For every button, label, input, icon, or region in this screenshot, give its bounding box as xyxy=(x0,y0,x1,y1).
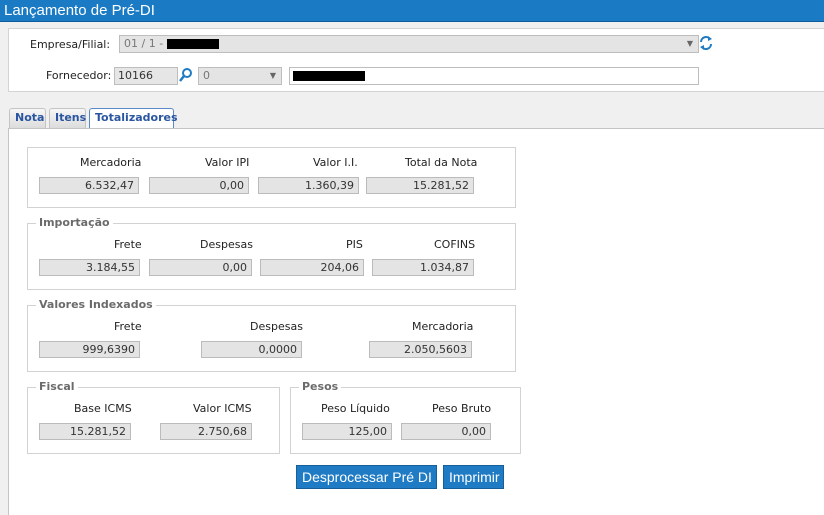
refresh-icon[interactable] xyxy=(699,34,713,52)
window-title: Lançamento de Pré-DI xyxy=(0,0,824,22)
imprimir-button[interactable]: Imprimir xyxy=(443,465,504,489)
valor-icms-field: 2.750,68 xyxy=(160,423,252,440)
tab-nota[interactable]: Nota xyxy=(9,108,46,128)
valores-indexados-title: Valores Indexados xyxy=(36,298,156,311)
despesas-label: Despesas xyxy=(200,238,253,251)
header-panel: Empresa/Filial: 01 / 1 - ▼ Fornecedor: 1… xyxy=(8,28,824,92)
empresa-value: 01 / 1 - xyxy=(124,37,164,50)
pesos-group: Pesos Peso Líquido Peso Bruto 125,00 0,0… xyxy=(290,380,521,454)
empresa-label: Empresa/Filial: xyxy=(30,38,111,51)
despesas-field: 0,00 xyxy=(149,259,252,276)
valor-ii-field: 1.360,39 xyxy=(258,177,359,194)
fornecedor-name-input[interactable] xyxy=(289,67,699,85)
base-icms-label: Base ICMS xyxy=(74,402,132,415)
fornecedor-select-value: 0 xyxy=(203,69,210,82)
totais-group: Mercadoria Valor IPI Valor I.I. Total da… xyxy=(27,147,516,208)
fiscal-group: Fiscal Base ICMS Valor ICMS 15.281,52 2.… xyxy=(27,380,280,454)
redacted-block xyxy=(293,71,365,81)
valor-ii-label: Valor I.I. xyxy=(313,156,358,169)
chevron-down-icon: ▼ xyxy=(686,39,693,48)
tab-content: Mercadoria Valor IPI Valor I.I. Total da… xyxy=(8,128,824,515)
total-nota-field: 15.281,52 xyxy=(366,177,474,194)
mercadoria-label: Mercadoria xyxy=(80,156,142,169)
pis-field: 204,06 xyxy=(260,259,364,276)
idx-mercadoria-label: Mercadoria xyxy=(412,320,474,333)
tab-totalizadores[interactable]: Totalizadores xyxy=(89,108,178,129)
empresa-select[interactable]: 01 / 1 - ▼ xyxy=(119,35,699,53)
valor-ipi-field: 0,00 xyxy=(149,177,249,194)
idx-despesas-label: Despesas xyxy=(250,320,303,333)
importacao-title: Importação xyxy=(36,216,113,229)
peso-bruto-label: Peso Bruto xyxy=(432,402,492,415)
desprocessar-button[interactable]: Desprocessar Pré DI xyxy=(296,465,437,489)
tab-itens[interactable]: Itens xyxy=(49,108,86,128)
idx-frete-label: Frete xyxy=(114,320,142,333)
fornecedor-code-input[interactable]: 10166 xyxy=(114,67,178,85)
frete-field: 3.184,55 xyxy=(39,259,140,276)
mercadoria-field: 6.532,47 xyxy=(39,177,139,194)
idx-despesas-field: 0,0000 xyxy=(201,341,302,358)
search-icon[interactable] xyxy=(179,67,193,83)
valores-indexados-group: Valores Indexados Frete Despesas Mercado… xyxy=(27,298,516,372)
idx-mercadoria-field: 2.050,5603 xyxy=(369,341,472,358)
fornecedor-label: Fornecedor: xyxy=(46,69,112,82)
valor-icms-label: Valor ICMS xyxy=(193,402,252,415)
pesos-title: Pesos xyxy=(299,380,342,393)
frete-label: Frete xyxy=(114,238,142,251)
cofins-label: COFINS xyxy=(434,238,476,251)
peso-bruto-field: 0,00 xyxy=(401,423,491,440)
pis-label: PIS xyxy=(346,238,363,251)
redacted-block xyxy=(166,39,219,49)
base-icms-field: 15.281,52 xyxy=(39,423,131,440)
chevron-down-icon: ▼ xyxy=(269,71,276,80)
peso-liquido-field: 125,00 xyxy=(302,423,392,440)
idx-frete-field: 999,6390 xyxy=(39,341,140,358)
cofins-field: 1.034,87 xyxy=(372,259,474,276)
peso-liquido-label: Peso Líquido xyxy=(321,402,390,415)
total-nota-label: Total da Nota xyxy=(405,156,478,169)
importacao-group: Importação Frete Despesas PIS COFINS 3.1… xyxy=(27,216,516,290)
fornecedor-select[interactable]: 0 ▼ xyxy=(198,67,282,85)
valor-ipi-label: Valor IPI xyxy=(205,156,250,169)
fiscal-title: Fiscal xyxy=(36,380,78,393)
